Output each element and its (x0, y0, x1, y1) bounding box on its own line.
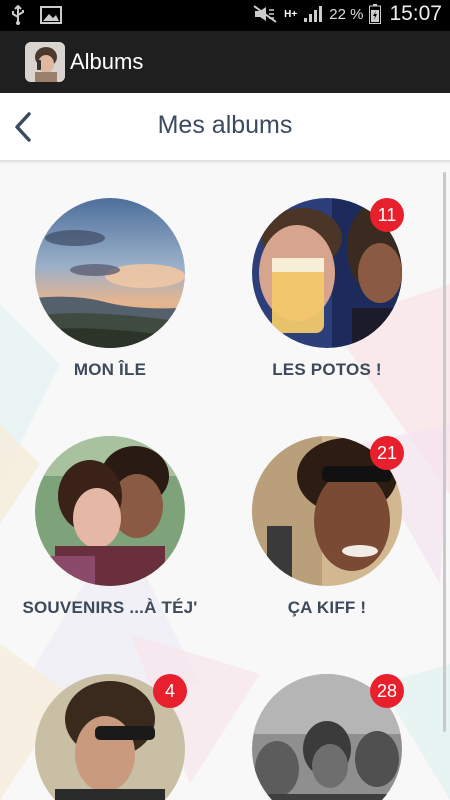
mute-icon (252, 4, 278, 24)
badge-count: 4 (153, 674, 187, 708)
album-label: ÇA KIFF ! (287, 598, 367, 617)
battery-percent: 22 % (329, 5, 364, 23)
album-label: SOUVENIRS ...À TÉJ' (22, 598, 198, 617)
app-bar: Albums (0, 31, 450, 93)
badge-count: 11 (370, 198, 404, 232)
album-card[interactable]: 4 (0, 674, 220, 800)
network-type: H+ (284, 8, 298, 20)
album-card[interactable]: 21 ÇA KIFF ! (217, 436, 437, 618)
scrollbar[interactable] (443, 172, 446, 732)
status-bar: H+ 22 % 15:07 (0, 0, 450, 31)
album-card[interactable]: 28 (217, 674, 437, 800)
clock: 15:07 (389, 2, 442, 25)
album-cover (35, 436, 185, 586)
album-cover (35, 198, 185, 348)
status-bar-system: H+ 22 % 15:07 (252, 2, 442, 26)
network-type-label: H+ (284, 8, 298, 20)
page-title: Mes albums (157, 111, 293, 139)
status-bar-notifications (10, 5, 62, 25)
usb-icon (10, 5, 26, 25)
album-card[interactable]: SOUVENIRS ...À TÉJ' (0, 436, 220, 618)
app-title: Albums (70, 49, 144, 74)
badge-count: 21 (370, 436, 404, 470)
battery-icon (369, 4, 382, 24)
app-avatar[interactable] (25, 42, 65, 82)
signal-icon (303, 5, 323, 23)
album-card[interactable]: MON ÎLE (0, 198, 220, 380)
badge-count: 28 (370, 674, 404, 708)
album-label: LES POTOS ! (272, 360, 382, 379)
albums-grid[interactable]: MON ÎLE 11 LES POTOS ! SOUVENIRS ...À TÉ… (0, 164, 450, 800)
image-icon (40, 6, 62, 24)
album-card[interactable]: 11 LES POTOS ! (217, 198, 437, 380)
album-label: MON ÎLE (73, 360, 147, 379)
page-header: Mes albums (0, 93, 450, 162)
